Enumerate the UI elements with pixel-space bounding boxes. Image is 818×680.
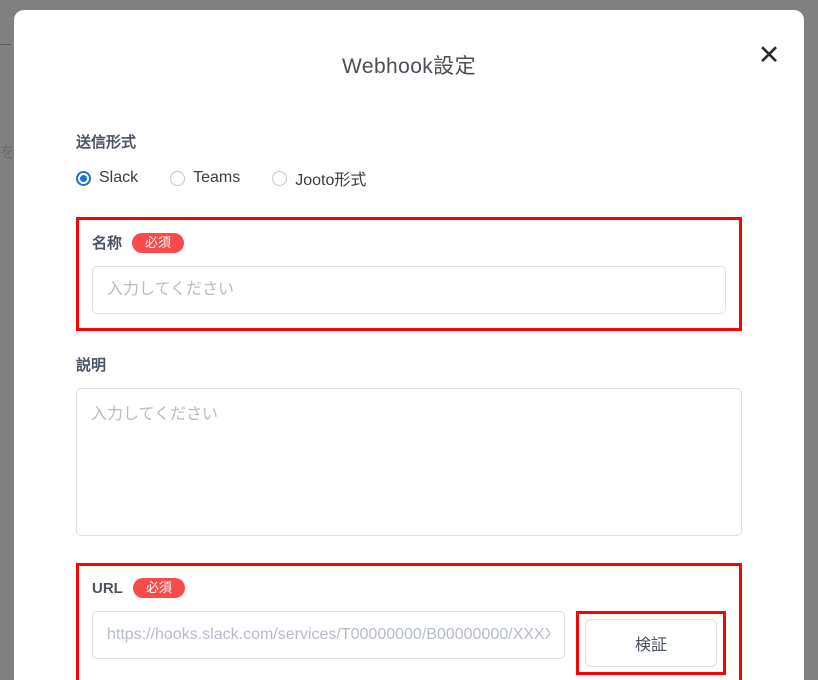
radio-option-jooto[interactable]: Jooto形式 xyxy=(272,166,366,190)
format-label-text: 送信形式 xyxy=(76,134,137,151)
backdrop-divider xyxy=(0,44,11,45)
radio-icon-teams xyxy=(170,170,186,186)
dialog-body: 送信形式 Slack Teams Jooto形式 名称 必須 入力してください … xyxy=(14,131,804,680)
url-required-badge: 必須 xyxy=(132,578,185,598)
format-radio-group: Slack Teams Jooto形式 xyxy=(76,166,742,190)
radio-option-slack[interactable]: Slack xyxy=(76,169,138,187)
name-required-badge: 必須 xyxy=(132,232,185,253)
radio-label-jooto: Jooto形式 xyxy=(295,172,367,189)
url-label: URL 必須 xyxy=(92,578,726,598)
description-section: 説明 xyxy=(76,354,742,536)
dialog-title: Webhook設定 xyxy=(342,55,476,78)
radio-label-teams: Teams xyxy=(193,169,241,186)
name-label-text: 名称 xyxy=(92,235,123,252)
format-label: 送信形式 xyxy=(76,131,742,152)
url-input-row: 検証 xyxy=(92,611,726,675)
url-label-text: URL xyxy=(92,579,123,597)
close-icon[interactable]: ✕ xyxy=(750,36,788,74)
url-input[interactable] xyxy=(92,611,565,659)
name-input[interactable] xyxy=(92,266,726,314)
description-label: 説明 xyxy=(76,354,742,375)
verify-button[interactable]: 検証 xyxy=(585,619,717,667)
webhook-settings-dialog: ✕ Webhook設定 送信形式 Slack Teams Jooto形式 名称 … xyxy=(14,10,804,680)
radio-label-slack: Slack xyxy=(99,169,139,186)
radio-icon-jooto xyxy=(272,170,288,186)
format-section: 送信形式 Slack Teams Jooto形式 xyxy=(76,131,742,190)
radio-icon-slack xyxy=(76,170,91,186)
url-input-wrapper xyxy=(92,611,565,659)
verify-button-highlight: 検証 xyxy=(576,611,726,675)
description-label-text: 説明 xyxy=(76,357,107,374)
name-label: 名称 必須 xyxy=(92,232,726,253)
name-field-highlight: 名称 必須 xyxy=(76,217,742,331)
radio-option-teams[interactable]: Teams xyxy=(170,169,240,187)
description-textarea[interactable] xyxy=(76,388,742,536)
url-field-highlight: URL 必須 検証 xyxy=(76,563,742,680)
